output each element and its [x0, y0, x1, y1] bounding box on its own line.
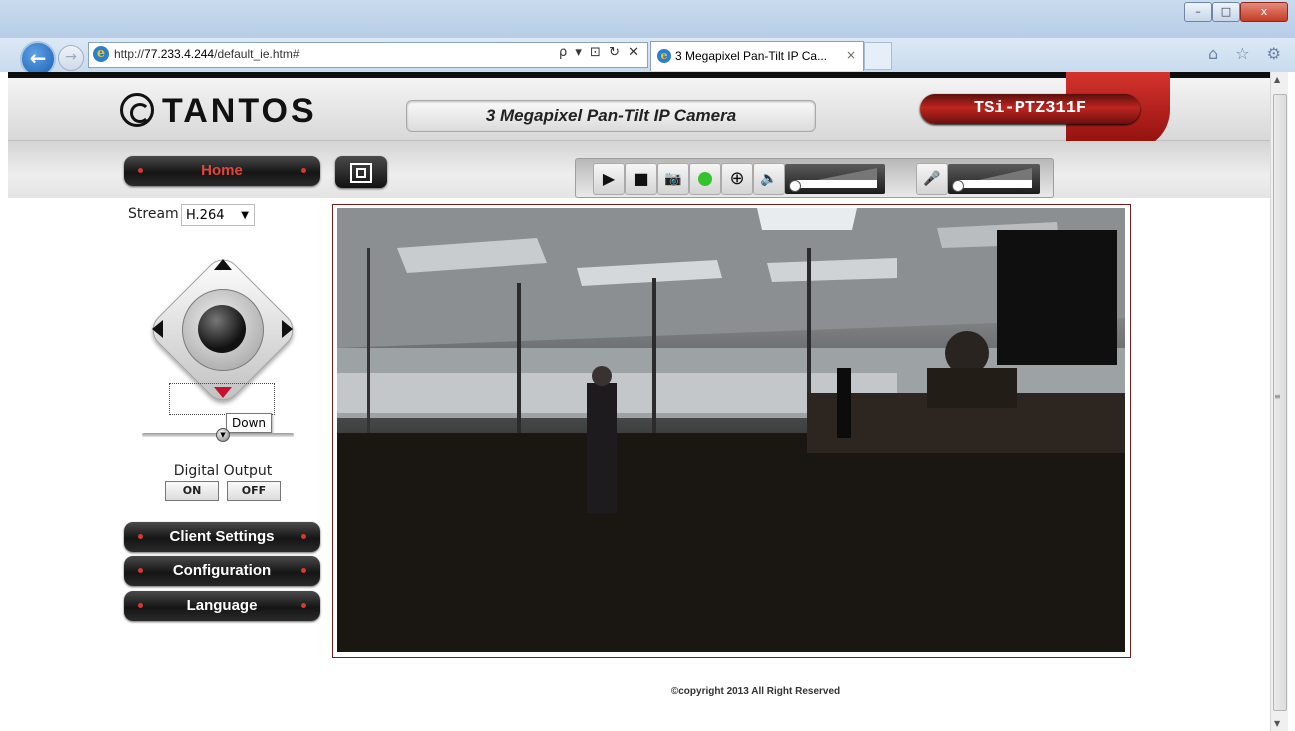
scroll-grip-icon: ≡ — [1274, 392, 1281, 401]
camera-title: 3 Megapixel Pan-Tilt IP Camera — [406, 100, 816, 132]
maximize-button[interactable]: □ — [1212, 2, 1240, 22]
digital-zoom-button[interactable]: ⊕ — [721, 163, 753, 195]
digital-output-label: Digital Output — [173, 463, 273, 479]
stream-select[interactable]: H.264 ▼ — [181, 204, 255, 226]
fullscreen-button[interactable] — [335, 156, 387, 188]
forward-button[interactable]: → — [58, 45, 84, 71]
language-button[interactable]: Language — [124, 591, 320, 621]
model-badge: TSi-PTZ311F — [920, 94, 1140, 124]
ptz-center-ball[interactable] — [198, 305, 246, 353]
ptz-zoom-slider[interactable]: ▼ — [142, 428, 294, 442]
live-video-feed — [337, 208, 1125, 652]
address-tools[interactable]: ρ ▾ ⊡ ↻ ✕ — [559, 45, 641, 60]
ptz-down-focus-rect[interactable] — [169, 383, 275, 415]
zoom-slider-knob[interactable]: ▼ — [216, 428, 230, 442]
tab-close-icon[interactable]: × — [846, 48, 856, 62]
tab-title: 3 Megapixel Pan-Tilt IP Ca... — [675, 49, 828, 63]
stop-button[interactable]: ■ — [625, 163, 657, 195]
video-scene — [337, 208, 1125, 652]
close-window-button[interactable]: x — [1240, 2, 1288, 22]
stream-label: Stream — [128, 206, 179, 222]
video-control-bar: ▶ ■ 📷 ⊕ 🔈 🎤 — [575, 158, 1054, 198]
vertical-scrollbar[interactable]: ▲ ≡ ▼ — [1270, 72, 1288, 731]
browser-tab[interactable]: e 3 Megapixel Pan-Tilt IP Ca... × — [650, 41, 864, 71]
address-bar[interactable]: e http://77.233.4.244/default_ie.htm# ρ … — [88, 42, 648, 68]
ptz-up-arrow-icon[interactable] — [214, 259, 232, 270]
home-button[interactable]: Home — [124, 156, 320, 186]
digital-output-on-button[interactable]: ON — [165, 481, 219, 501]
address-url: http://77.233.4.244/default_ie.htm# — [114, 47, 300, 61]
status-indicator — [689, 163, 721, 195]
mic-mute-button[interactable]: 🎤 — [916, 163, 948, 195]
configuration-button[interactable]: Configuration — [124, 556, 320, 586]
mic-knob[interactable] — [952, 180, 964, 192]
tooltip: Down — [226, 413, 272, 433]
speaker-volume-slider[interactable] — [785, 164, 885, 194]
tantos-logo: TANTOS — [120, 92, 317, 131]
logo-icon — [120, 93, 154, 127]
client-settings-button[interactable]: Client Settings — [124, 522, 320, 552]
ie-page-icon: e — [93, 46, 109, 62]
chevron-down-icon: ▼ — [241, 210, 249, 221]
page-viewport: TANTOS 3 Megapixel Pan-Tilt IP Camera TS… — [8, 72, 1270, 731]
browser-home-favorites-settings-icons[interactable]: ⌂ ☆ ⚙ — [1208, 44, 1287, 63]
ptz-right-arrow-icon[interactable] — [282, 320, 293, 338]
status-dot-icon — [698, 172, 712, 186]
scroll-down-arrow-icon[interactable]: ▼ — [1274, 719, 1280, 728]
digital-output-off-button[interactable]: OFF — [227, 481, 281, 501]
live-video-frame[interactable] — [332, 204, 1131, 658]
minimize-button[interactable]: – — [1184, 2, 1212, 22]
speaker-mute-button[interactable]: 🔈 — [753, 163, 785, 195]
mic-volume-slider[interactable] — [948, 164, 1040, 194]
fullscreen-icon — [350, 163, 372, 183]
new-tab-button[interactable] — [864, 42, 892, 70]
volume-knob[interactable] — [789, 180, 801, 192]
snapshot-button[interactable]: 📷 — [657, 163, 689, 195]
ptz-left-arrow-icon[interactable] — [152, 320, 163, 338]
scroll-thumb[interactable] — [1273, 94, 1287, 711]
scroll-up-arrow-icon[interactable]: ▲ — [1274, 75, 1280, 84]
play-button[interactable]: ▶ — [593, 163, 625, 195]
tab-ie-icon: e — [657, 49, 671, 63]
copyright-text: ©copyright 2013 All Right Reserved — [670, 686, 841, 697]
window-titlebar: – □ x — [0, 0, 1295, 40]
